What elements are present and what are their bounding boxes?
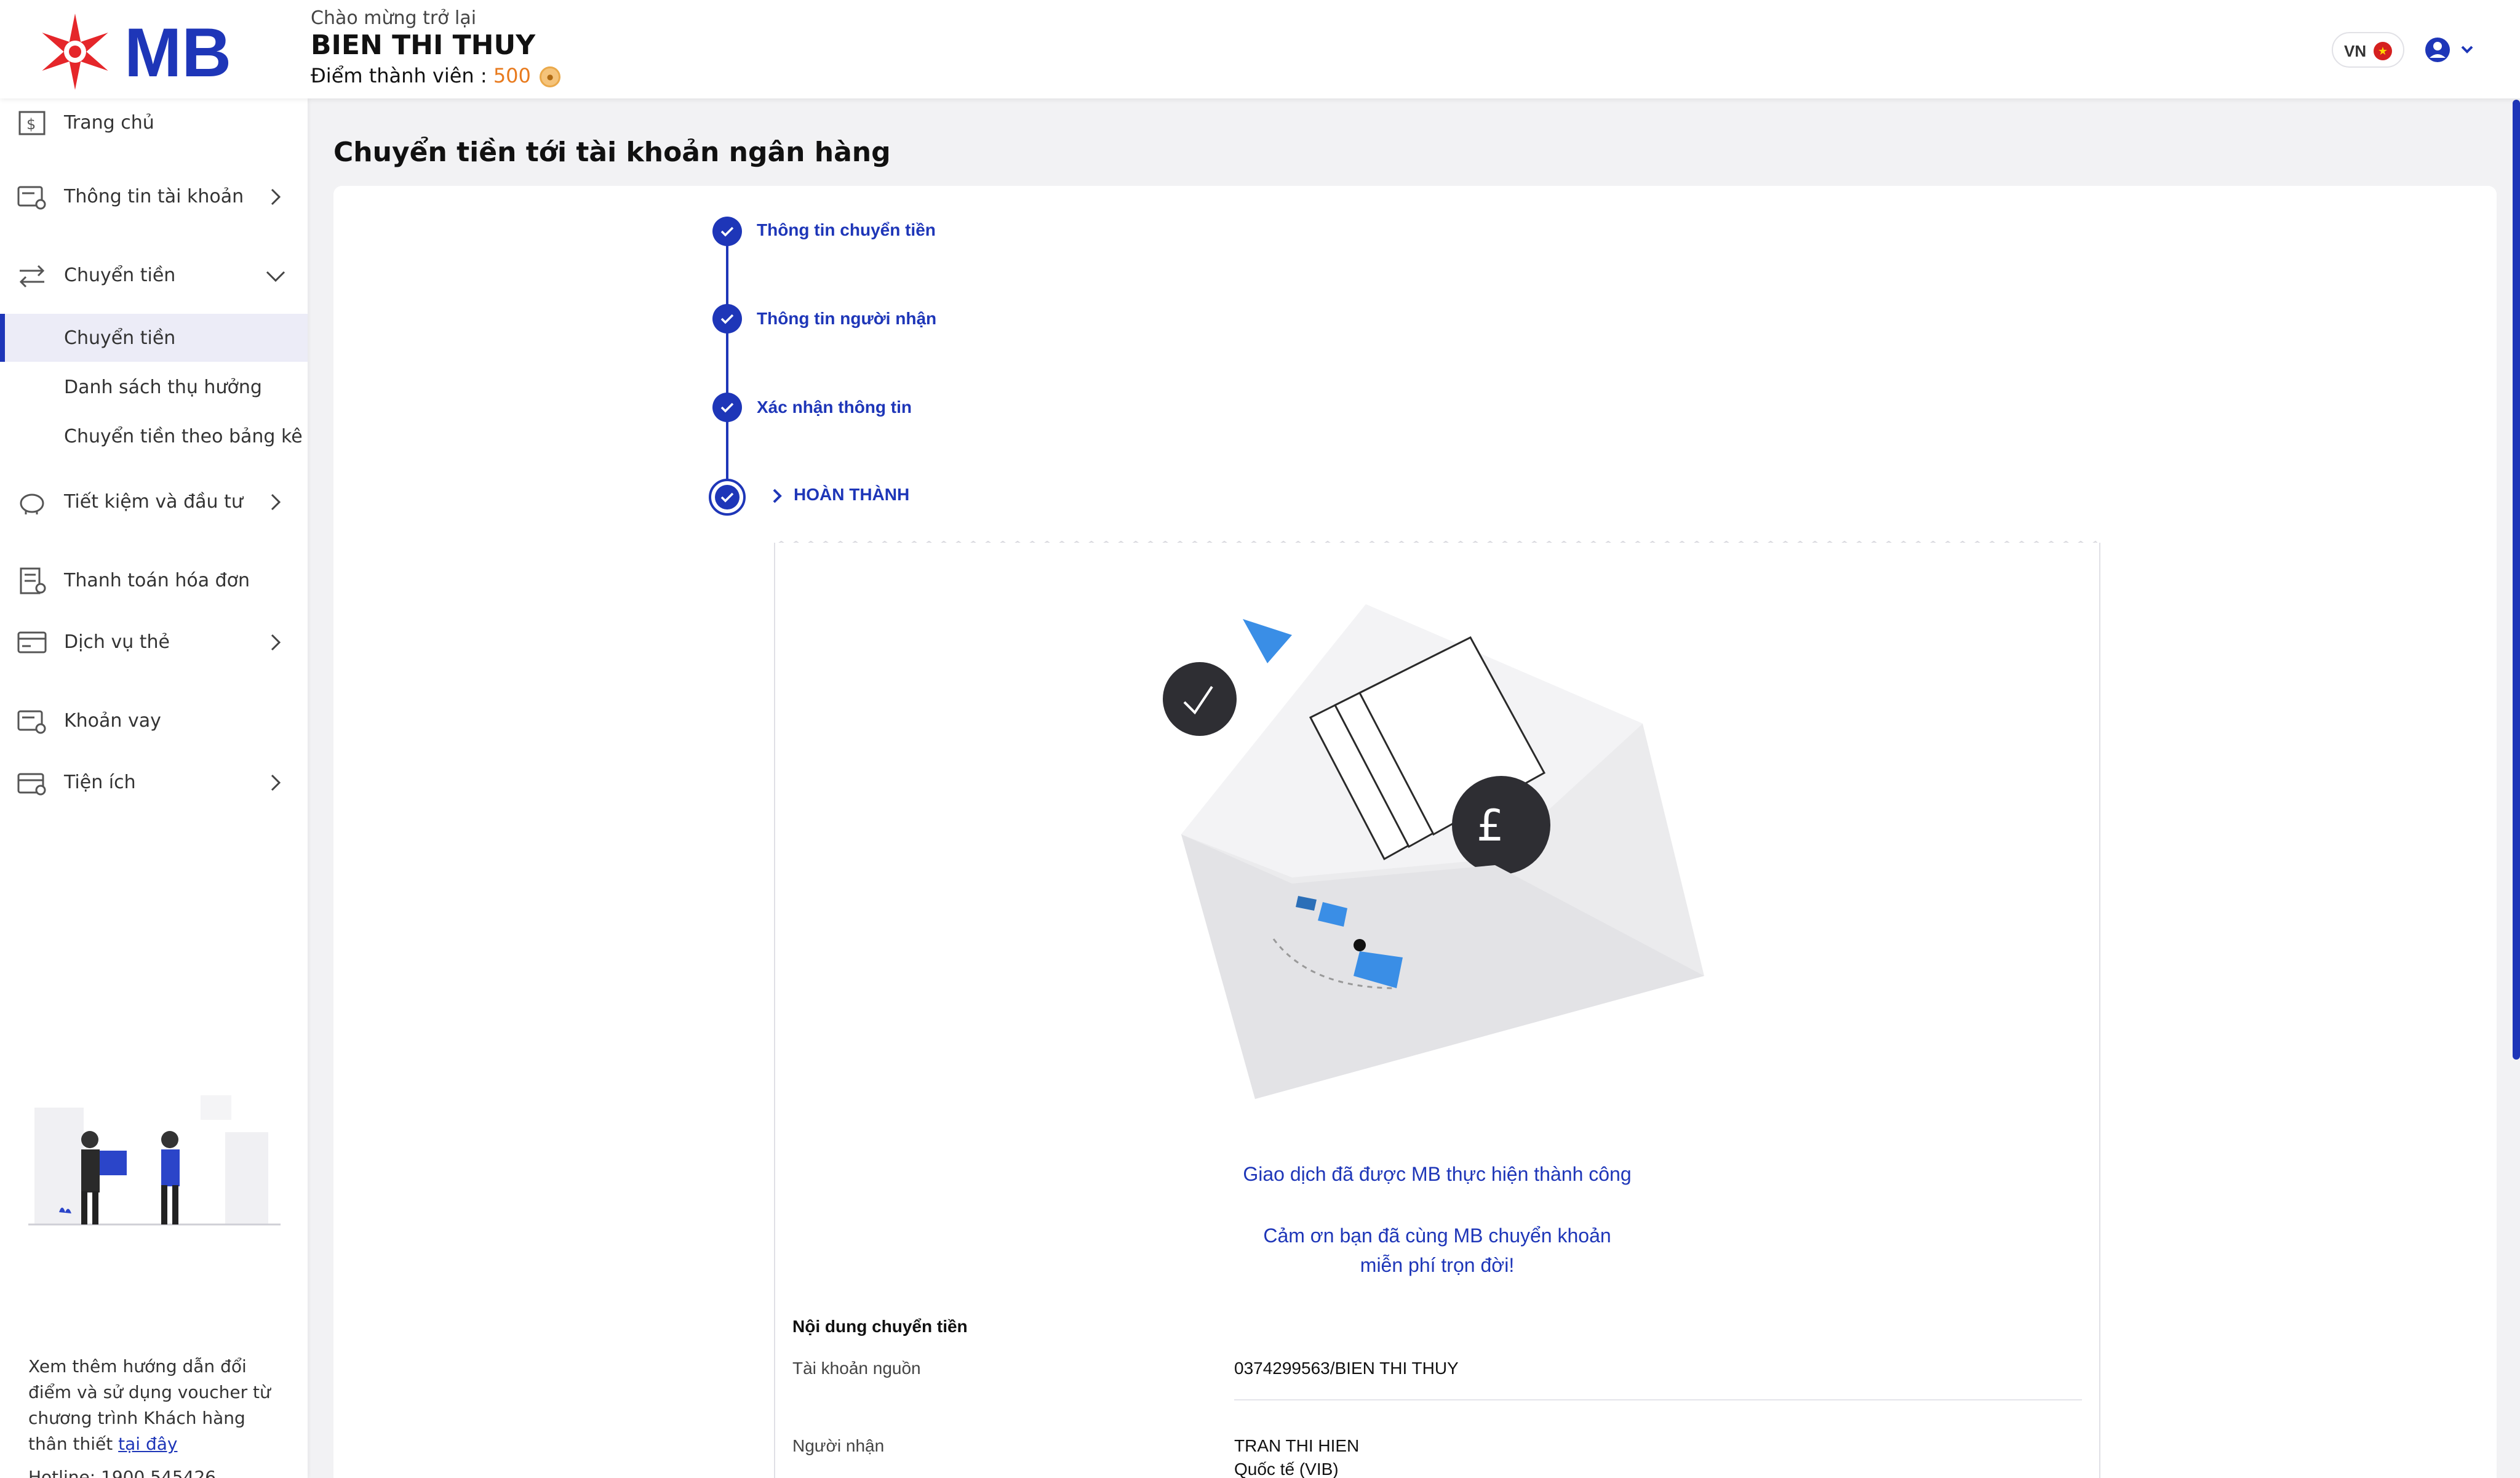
bill-icon [20,567,46,594]
loyalty-promo-text: Xem thêm hướng dẫn đổi điểm và sử dụng v… [28,1354,287,1457]
success-envelope-illustration: £ [1163,604,1704,1099]
step-label-confirm: Xác nhận thông tin [757,397,912,417]
sidebar-item-card-services[interactable]: Dịch vụ thẻ [0,618,308,667]
member-points: Điểm thành viên : 500 ● [311,64,561,87]
sidebar-item-utilities[interactable]: Tiện ích [0,758,308,807]
recipient-label: Người nhận [792,1436,885,1455]
row-divider [1234,1399,2082,1400]
step-complete-icon [709,479,746,516]
page-title: Chuyển tiền tới tài khoản ngân hàng [333,137,891,168]
sidebar-item-loans[interactable]: Khoản vay [0,697,308,746]
sidebar-item-transfer[interactable]: Chuyển tiền [0,251,308,300]
step-label-recipient-info: Thông tin người nhận [757,309,937,328]
chevron-right-icon [271,188,281,206]
chevron-right-icon [773,489,782,503]
chevron-down-icon [266,271,285,282]
coin-icon: ● [540,66,561,87]
page-scrollbar[interactable] [2513,100,2520,1060]
sidebar-item-label: Trang chủ [64,112,154,134]
utilities-icon [17,773,46,796]
svg-text:£: £ [1477,801,1504,851]
svg-text:MB: MB [124,14,231,91]
sidebar-item-label: Thanh toán hóa đơn [64,570,250,591]
thanks-message: Cảm ơn bạn đã cùng MB chuyển khoản miễn … [774,1221,2100,1280]
chevron-right-icon [271,493,281,511]
language-switcher[interactable]: VN ★ [2332,32,2404,68]
sidebar-item-label: Dịch vụ thẻ [64,631,170,653]
transfer-icon [19,265,45,288]
bank-icon: $ [18,111,46,135]
chevron-right-icon [271,774,281,791]
hotline-text: Hotline: 1900 545426 [28,1467,217,1478]
card-icon [17,631,47,653]
success-message: Giao dịch đã được MB thực hiện thành côn… [1243,1163,1632,1185]
stepper-line [726,231,728,497]
account-info-icon [17,186,46,210]
sidebar-item-label: Khoản vay [64,710,161,732]
step-check-icon [712,217,742,246]
step-label-transfer-info: Thông tin chuyển tiền [757,220,936,239]
language-label: VN [2344,42,2367,60]
points-value: 500 [493,64,531,87]
thanks-line-2: miễn phí trọn đời! [1360,1254,1515,1276]
sidebar: $ Trang chủ Thông tin tài khoản Chuyển t… [0,98,308,1478]
sidebar-subitem-batch-transfer[interactable]: Chuyển tiền theo bảng kê [0,412,308,460]
step-label-complete: HOÀN THÀNH [794,485,910,504]
promo-link[interactable]: tại đây [118,1434,177,1454]
greeting-text: Chào mừng trở lại [311,7,477,29]
loyalty-promo-illustration [28,1095,281,1226]
sidebar-item-account-info[interactable]: Thông tin tài khoản [0,172,308,222]
sidebar-subitem-beneficiaries[interactable]: Danh sách thụ hưởng [0,363,308,411]
recipient-bank-value: Quốc tế (VIB) [1234,1460,1339,1478]
sidebar-subitem-transfer[interactable]: Chuyển tiền [0,314,308,362]
transfer-details-title: Nội dung chuyển tiền [792,1317,968,1336]
sidebar-item-label: Tiện ích [64,772,136,793]
sidebar-item-home[interactable]: $ Trang chủ [0,98,308,148]
sidebar-subitem-label: Danh sách thụ hưởng [64,377,262,398]
loan-icon [17,710,46,734]
sidebar-item-label: Thông tin tài khoản [64,186,244,207]
sidebar-item-label: Tiết kiệm và đầu tư [64,491,243,513]
sidebar-subitem-label: Chuyển tiền [64,327,176,349]
sidebar-item-bill-payment[interactable]: Thanh toán hóa đơn [0,556,308,605]
piggy-bank-icon [20,493,44,514]
user-name: BIEN THI THUY [311,30,536,61]
user-menu-icon[interactable] [2424,33,2479,66]
step-check-icon [712,393,742,422]
top-header: MB Chào mừng trở lại BIEN THI THUY Điểm … [0,0,2520,98]
chevron-right-icon [271,634,281,651]
sidebar-item-label: Chuyển tiền [64,265,176,286]
points-label: Điểm thành viên : [311,64,493,87]
thanks-line-1: Cảm ơn bạn đã cùng MB chuyển khoản [1263,1224,1611,1247]
step-check-icon [712,304,742,334]
sidebar-subitem-label: Chuyển tiền theo bảng kê [64,426,303,447]
recipient-name-value: TRAN THI HIEN [1234,1436,1360,1455]
sidebar-item-savings[interactable]: Tiết kiệm và đầu tư [0,477,308,527]
mb-logo[interactable]: MB [32,9,253,95]
source-account-value: 0374299563/BIEN THI THUY [1234,1359,1459,1378]
vietnam-flag-icon: ★ [2374,42,2392,60]
source-account-label: Tài khoản nguồn [792,1359,921,1378]
svg-text:$: $ [26,116,36,133]
